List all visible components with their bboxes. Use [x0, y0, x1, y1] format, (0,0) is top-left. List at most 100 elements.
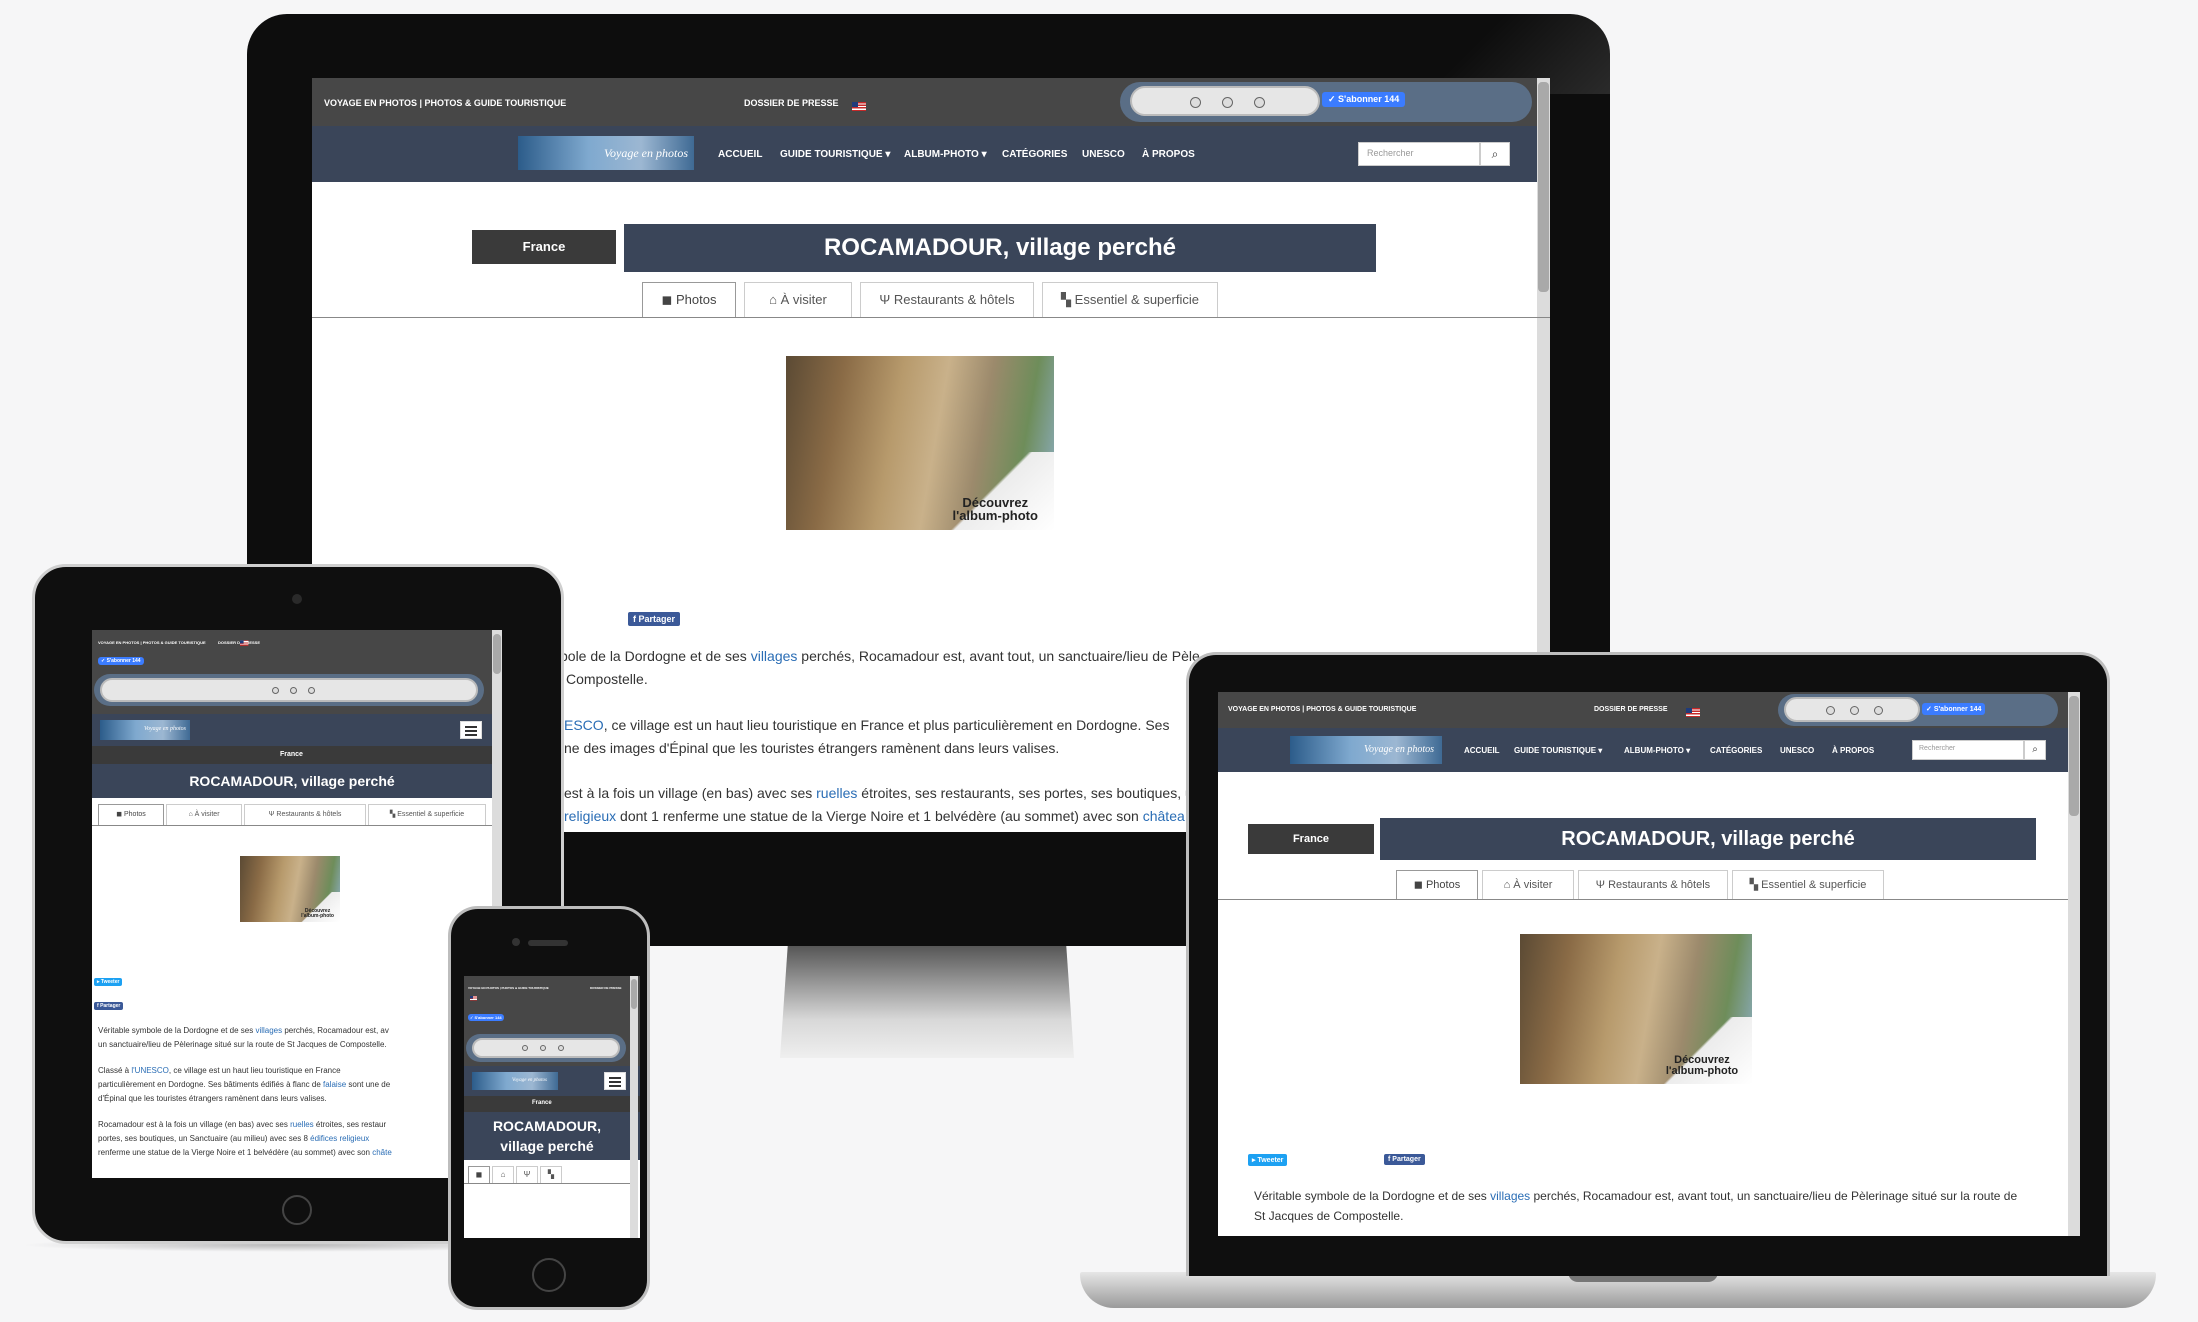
press-link[interactable]: DOSSIER DE PRESSE: [590, 986, 622, 990]
religieux-link[interactable]: religieux: [564, 808, 616, 824]
tweet-button[interactable]: ▸ Tweeter: [94, 978, 123, 986]
facebook-share-button[interactable]: f Partager: [1384, 1154, 1425, 1165]
chateau-link[interactable]: châtea: [1143, 808, 1185, 824]
nav-guide[interactable]: GUIDE TOURISTIQUE ▾: [1514, 746, 1602, 755]
subscribe-button[interactable]: ✓ S'abonner 144: [98, 657, 144, 665]
help-icon[interactable]: [522, 1045, 528, 1051]
logo-icon[interactable]: [1874, 706, 1883, 715]
search-input[interactable]: Rechercher: [1912, 740, 2024, 760]
nav-unesco[interactable]: UNESCO: [1780, 746, 1814, 755]
subscribe-button[interactable]: ✓ S'abonner 144: [468, 1014, 504, 1021]
subscribe-button[interactable]: ✓ S'abonner 144: [1922, 703, 1986, 715]
villages-link[interactable]: villages: [1490, 1189, 1530, 1203]
topbar-title[interactable]: VOYAGE EN PHOTOS | PHOTOS & GUIDE TOURIS…: [98, 640, 206, 645]
us-flag-icon[interactable]: [470, 994, 477, 1003]
tweet-button[interactable]: ▸ Tweeter: [1248, 1154, 1288, 1166]
tab-photos[interactable]: ◼: [468, 1166, 490, 1184]
tablet-home-button[interactable]: [282, 1195, 312, 1225]
tab-essentiel[interactable]: ▚ Essentiel & superficie: [368, 804, 486, 826]
nav-album[interactable]: ALBUM-PHOTO ▾: [904, 149, 987, 160]
tab-restaurants[interactable]: Ψ: [516, 1166, 538, 1184]
main-nav: Voyage en photos: [464, 1066, 640, 1096]
us-flag-icon[interactable]: [852, 98, 866, 116]
villages-link[interactable]: villages: [751, 648, 798, 664]
tab-photos[interactable]: ◼ Photos: [642, 282, 736, 318]
facebook-share-button[interactable]: f Partager: [94, 1002, 124, 1010]
search-button[interactable]: ⌕: [1480, 142, 1510, 166]
nav-accueil[interactable]: ACCUEIL: [1464, 746, 1500, 755]
nav-apropos[interactable]: À PROPOS: [1142, 149, 1195, 160]
ruelles-link[interactable]: ruelles: [290, 1120, 314, 1129]
tab-a-visiter[interactable]: ⌂: [492, 1166, 514, 1184]
logo-icon[interactable]: [558, 1045, 564, 1051]
tab-a-visiter[interactable]: ⌂ À visiter: [1482, 870, 1574, 900]
tab-restaurants[interactable]: Ψ Restaurants & hôtels: [1578, 870, 1728, 900]
nav-categories[interactable]: CATÉGORIES: [1710, 746, 1762, 755]
nav-accueil[interactable]: ACCUEIL: [718, 149, 762, 160]
brand-logo[interactable]: Voyage en photos: [1290, 736, 1442, 764]
settings-icon[interactable]: [540, 1045, 546, 1051]
country-badge[interactable]: France: [1248, 824, 1374, 854]
country-badge[interactable]: France: [280, 751, 303, 758]
tab-essentiel[interactable]: ▚ Essentiel & superficie: [1732, 870, 1884, 900]
tab-photos[interactable]: ◼ Photos: [98, 804, 164, 826]
phone-home-button[interactable]: [532, 1258, 566, 1292]
nav-categories[interactable]: CATÉGORIES: [1002, 149, 1067, 160]
brand-logo[interactable]: Voyage en photos: [518, 136, 694, 170]
search-input[interactable]: Rechercher: [1358, 142, 1480, 166]
press-link[interactable]: DOSSIER DE PRESSE: [218, 640, 260, 645]
facebook-share-button[interactable]: f Partager: [628, 612, 681, 626]
tab-essentiel[interactable]: ▚: [540, 1166, 562, 1184]
tab-restaurants[interactable]: Ψ Restaurants & hôtels: [244, 804, 366, 826]
tab-a-visiter[interactable]: ⌂ À visiter: [744, 282, 852, 318]
settings-icon[interactable]: [1222, 97, 1233, 108]
brand-logo[interactable]: Voyage en photos: [472, 1072, 558, 1090]
unesco-link[interactable]: ESCO: [564, 717, 604, 733]
press-link[interactable]: DOSSIER DE PRESSE: [744, 98, 839, 108]
tab-essentiel[interactable]: ▚ Essentiel & superficie: [1042, 282, 1218, 318]
villages-link[interactable]: villages: [255, 1026, 282, 1035]
album-thumbnail[interactable]: Découvrez l'album-photo: [1520, 934, 1752, 1084]
scrollbar[interactable]: [2068, 692, 2080, 1236]
search-button[interactable]: ⌕: [2024, 740, 2046, 760]
article-line: Rocamadour est à la fois un village (en …: [98, 1120, 387, 1129]
tab-label: À visiter: [194, 811, 220, 818]
unesco-link[interactable]: l'UNESCO: [131, 1066, 169, 1075]
topbar-title[interactable]: VOYAGE EN PHOTOS | PHOTOS & GUIDE TOURIS…: [468, 986, 549, 990]
map-icon: ▚: [1061, 292, 1072, 307]
help-icon[interactable]: [1826, 706, 1835, 715]
nav-unesco[interactable]: UNESCO: [1082, 149, 1125, 160]
menu-icon[interactable]: [460, 721, 482, 739]
brand-logo[interactable]: Voyage en photos: [100, 720, 190, 740]
nav-album[interactable]: ALBUM-PHOTO ▾: [1624, 746, 1690, 755]
nav-apropos[interactable]: À PROPOS: [1832, 746, 1874, 755]
topbar-title[interactable]: VOYAGE EN PHOTOS | PHOTOS & GUIDE TOURIS…: [1228, 706, 1416, 713]
logo-icon[interactable]: [1254, 97, 1265, 108]
settings-icon[interactable]: [290, 687, 297, 694]
falaise-link[interactable]: falaise: [323, 1080, 346, 1089]
help-icon[interactable]: [1190, 97, 1201, 108]
album-thumbnail[interactable]: Découvrez l'album-photo: [786, 356, 1054, 530]
scrollbar[interactable]: [630, 976, 638, 1238]
topbar-title[interactable]: VOYAGE EN PHOTOS | PHOTOS & GUIDE TOURIS…: [324, 98, 566, 108]
subscribe-button[interactable]: ✓ S'abonner 144: [1322, 92, 1406, 107]
tab-photos[interactable]: ◼ Photos: [1396, 870, 1478, 900]
country-badge[interactable]: France: [472, 230, 616, 264]
settings-icon[interactable]: [1850, 706, 1859, 715]
chateau-link[interactable]: châte: [372, 1148, 392, 1157]
edifices-link[interactable]: édifices religieux: [310, 1134, 369, 1143]
main-nav: Voyage en photos ACCUEIL GUIDE TOURISTIQ…: [1218, 728, 2080, 772]
nav-guide[interactable]: GUIDE TOURISTIQUE ▾: [780, 149, 890, 160]
tab-restaurants[interactable]: Ψ Restaurants & hôtels: [860, 282, 1034, 318]
menu-icon[interactable]: [604, 1072, 626, 1090]
us-flag-icon[interactable]: [240, 638, 249, 649]
logo-icon[interactable]: [308, 687, 315, 694]
tab-a-visiter[interactable]: ⌂ À visiter: [166, 804, 242, 826]
press-link[interactable]: DOSSIER DE PRESSE: [1594, 706, 1668, 713]
country-badge[interactable]: France: [532, 1100, 552, 1106]
album-thumbnail[interactable]: Découvrez l'album-photo: [240, 856, 340, 922]
help-icon[interactable]: [272, 687, 279, 694]
ruelles-link[interactable]: ruelles: [816, 785, 857, 801]
us-flag-icon[interactable]: [1686, 704, 1700, 722]
article-line: ESCO, ce village est un haut lieu touris…: [564, 717, 1170, 733]
